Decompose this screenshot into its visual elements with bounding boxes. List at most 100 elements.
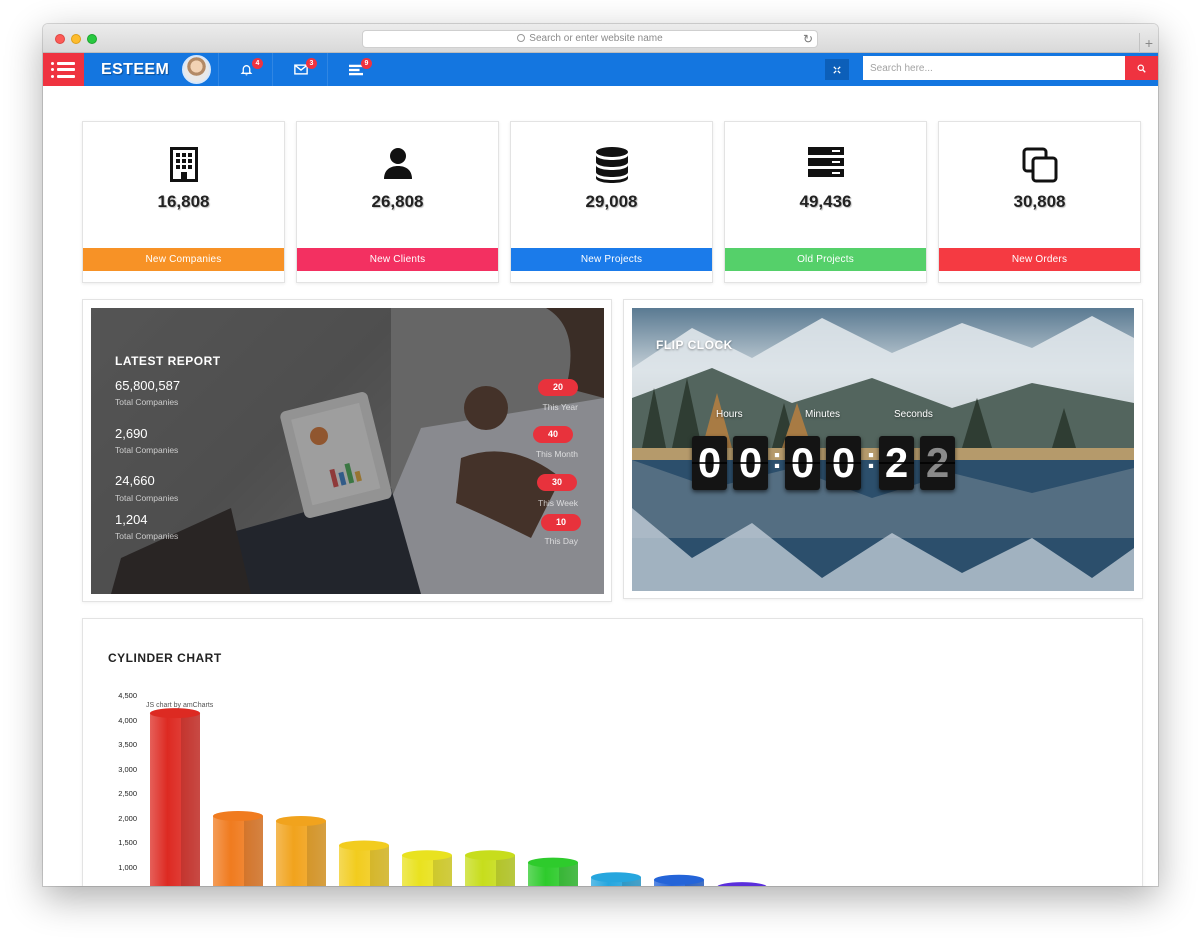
chart-bar[interactable] <box>213 811 263 886</box>
stat-label: New Companies <box>83 248 284 271</box>
stat-card-projects[interactable]: 29,008 New Projects <box>510 121 713 283</box>
chart-bar[interactable] <box>402 850 452 886</box>
minimize-window-button[interactable] <box>71 34 81 44</box>
stat-value: 26,808 <box>371 192 424 211</box>
report-pill: 10 <box>541 514 581 531</box>
cylinder-chart <box>150 708 767 886</box>
search-input[interactable] <box>863 56 1125 80</box>
stat-card-clients[interactable]: 26,808 New Clients <box>296 121 499 283</box>
chart-bar[interactable] <box>150 708 200 886</box>
avatar[interactable] <box>182 55 211 84</box>
close-window-button[interactable] <box>55 34 65 44</box>
clock-unit-hours: Hours <box>716 409 743 420</box>
dashboard-content: 16,808 New Companies 26,808 New Clients … <box>43 86 1158 886</box>
new-tab-button[interactable]: + <box>1139 33 1158 53</box>
stat-value: 49,436 <box>799 192 852 211</box>
cylinder-cap <box>150 708 200 719</box>
clock-unit-minutes: Minutes <box>805 409 841 420</box>
stat-card-companies[interactable]: 16,808 New Companies <box>82 121 285 283</box>
report-pill: 30 <box>537 474 577 491</box>
report-pill-label: This Year <box>542 402 578 412</box>
cylinder-chart-panel: CYLINDER CHART JS chart by amCharts 4,50… <box>82 618 1143 886</box>
browser-toolbar: Search or enter website name ↻ + <box>43 24 1158 53</box>
clock-background-image: FLIP CLOCK Hours Minutes Seconds 0 0 : 0… <box>632 308 1134 591</box>
report-pill-label: This Week <box>538 498 578 508</box>
report-pill-label: This Month <box>535 449 578 459</box>
cylinder-cap <box>213 811 263 822</box>
cylinder-cap <box>465 850 515 861</box>
report-value: 65,800,587 <box>115 378 181 393</box>
compress-icon <box>833 65 841 74</box>
cylinder-cap <box>654 874 704 885</box>
clock-unit-seconds: Seconds <box>894 409 933 420</box>
clock-digit: 0 <box>785 436 820 490</box>
stat-card-old-projects[interactable]: 49,436 Old Projects <box>724 121 927 283</box>
search-icon <box>1137 64 1146 73</box>
clock-digit: 0 <box>826 436 861 490</box>
zoom-window-button[interactable] <box>87 34 97 44</box>
menu-toggle-button[interactable] <box>43 53 84 86</box>
cylinder-cap <box>339 840 389 851</box>
cylinder-shade <box>370 845 389 886</box>
messages-badge: 3 <box>306 58 317 69</box>
chart-bar[interactable] <box>276 815 326 886</box>
stat-card-orders[interactable]: 30,808 New Orders <box>938 121 1141 283</box>
chart-bar[interactable] <box>339 840 389 886</box>
cylinder-cap <box>276 815 326 826</box>
tasks-button[interactable]: 9 <box>327 53 383 86</box>
report-pill: 20 <box>538 379 578 396</box>
top-navbar: ESTEEM 4 3 9 <box>43 53 1158 86</box>
notifications-button[interactable]: 4 <box>218 53 274 86</box>
cylinder-cap <box>402 850 452 861</box>
stat-label: New Clients <box>297 248 498 271</box>
chart-bar[interactable] <box>465 850 515 886</box>
report-label: Total Companies <box>115 531 179 541</box>
brand-logo[interactable]: ESTEEM <box>101 53 169 86</box>
building-icon <box>169 147 198 182</box>
chart-bar[interactable] <box>717 882 767 886</box>
report-value: 2,690 <box>115 426 148 441</box>
stat-value: 29,008 <box>585 192 638 211</box>
stat-label: New Orders <box>939 248 1140 271</box>
clock-digit: 2 <box>920 436 955 490</box>
cylinder-cap <box>717 882 767 886</box>
stat-label: Old Projects <box>725 248 926 271</box>
messages-button[interactable]: 3 <box>272 53 328 86</box>
clock-separator: : <box>772 442 782 475</box>
cylinder-shade <box>307 820 326 886</box>
report-label: Total Companies <box>115 445 179 455</box>
envelope-icon <box>293 64 308 75</box>
search-button[interactable] <box>1125 56 1158 80</box>
address-bar[interactable]: Search or enter website name ↻ <box>362 30 818 48</box>
clock-digit: 2 <box>879 436 914 490</box>
stat-label: New Projects <box>511 248 712 271</box>
copy-icon <box>1022 147 1057 183</box>
report-pill: 40 <box>533 426 573 443</box>
chart-bar[interactable] <box>654 874 704 886</box>
report-background-image: LATEST REPORT 65,800,587 Total Companies… <box>91 308 604 594</box>
notifications-badge: 4 <box>252 58 263 69</box>
address-placeholder: Search or enter website name <box>529 33 663 44</box>
flip-clock-panel: FLIP CLOCK Hours Minutes Seconds 0 0 : 0… <box>623 299 1143 599</box>
cylinder-shade <box>181 713 200 886</box>
database-icon <box>595 147 628 183</box>
cylinder-cap <box>528 857 578 868</box>
chart-bar[interactable] <box>591 872 641 886</box>
reload-icon[interactable]: ↻ <box>803 31 813 47</box>
user-icon <box>383 148 412 179</box>
stat-value: 30,808 <box>1013 192 1066 211</box>
clock-separator: : <box>866 442 876 475</box>
cylinder-cap <box>591 872 641 883</box>
report-label: Total Companies <box>115 397 179 407</box>
chart-bar[interactable] <box>528 857 578 886</box>
fullscreen-button[interactable] <box>825 59 849 80</box>
browser-window: Search or enter website name ↻ + ESTEEM … <box>43 24 1158 886</box>
search-icon <box>517 34 526 42</box>
report-value: 24,660 <box>115 473 155 488</box>
flip-clock-title: FLIP CLOCK <box>656 338 733 352</box>
server-icon <box>807 147 844 177</box>
report-label: Total Companies <box>115 493 179 503</box>
report-title: LATEST REPORT <box>115 354 221 368</box>
stat-value: 16,808 <box>157 192 210 211</box>
bell-icon <box>240 65 253 76</box>
